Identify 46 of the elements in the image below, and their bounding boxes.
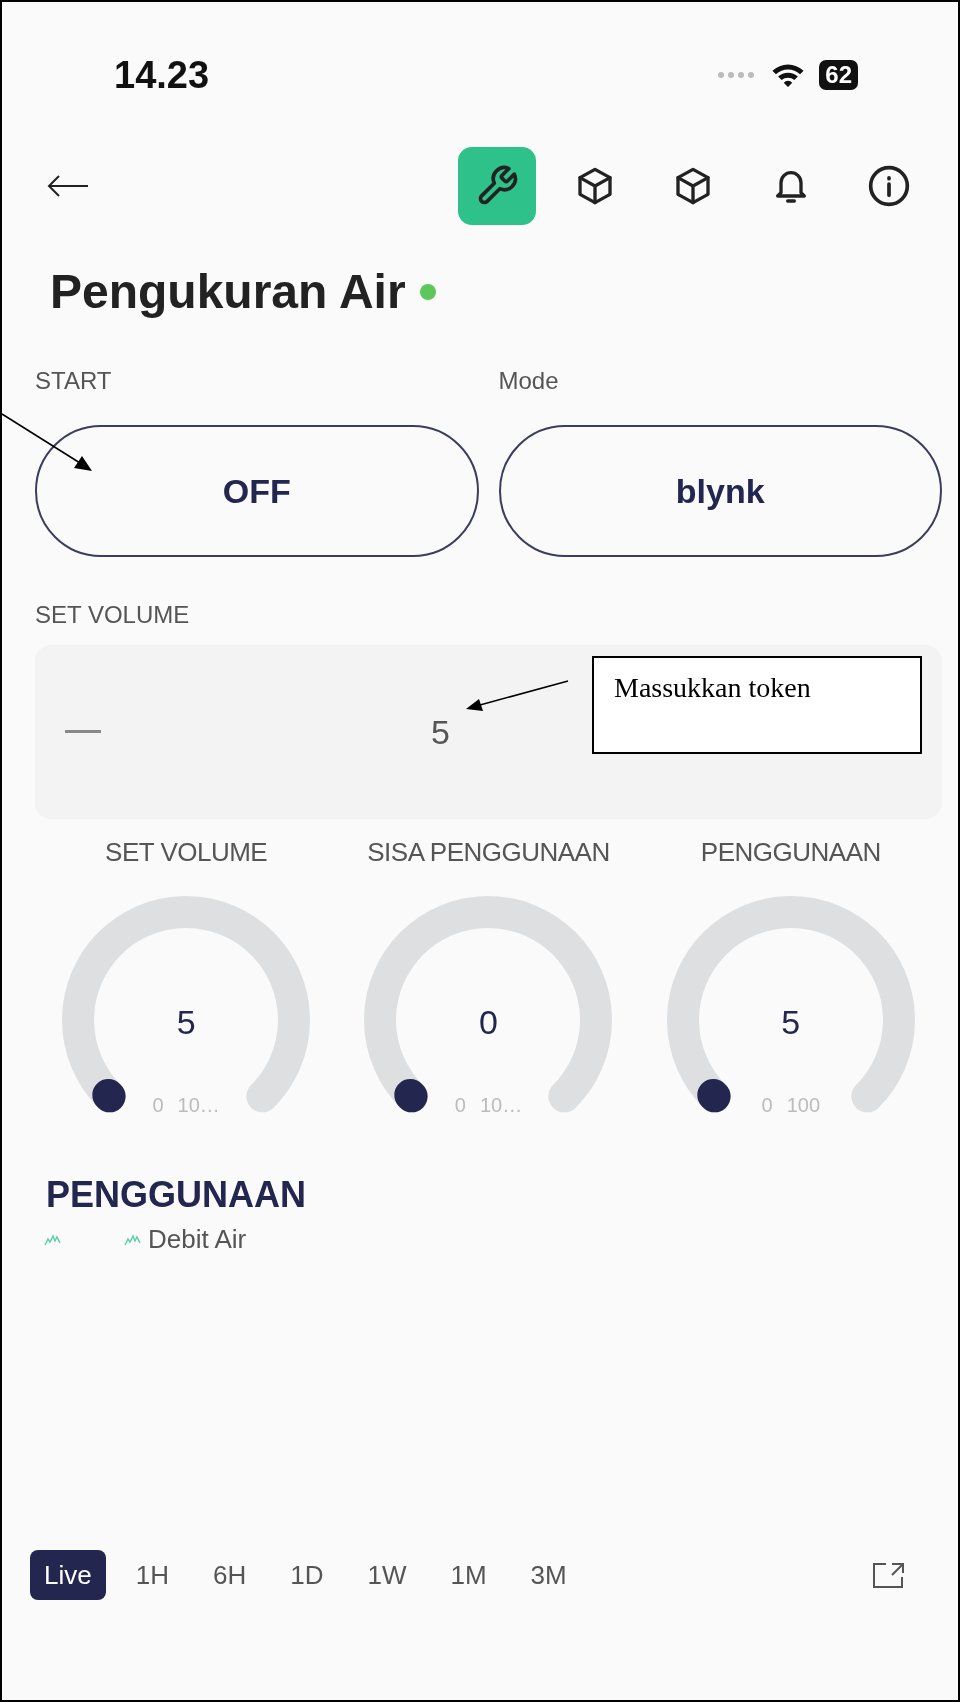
stepper-value: 5 bbox=[431, 712, 450, 752]
gauge-max: 10… bbox=[479, 1094, 523, 1117]
cube-icon bbox=[575, 166, 615, 206]
callout-text: Massukkan token bbox=[614, 672, 811, 703]
device-title: Pengukuran Air bbox=[50, 264, 406, 319]
time-range-tab[interactable]: 1D bbox=[276, 1550, 338, 1600]
gauge-fill bbox=[92, 1079, 126, 1113]
gauge-label: SET VOLUME bbox=[105, 837, 268, 868]
gauge-fill bbox=[394, 1079, 429, 1113]
back-arrow-icon bbox=[46, 174, 90, 198]
back-button[interactable] bbox=[46, 174, 90, 198]
gauge-fill bbox=[697, 1079, 731, 1113]
gauge-min: 0 bbox=[761, 1094, 773, 1117]
expand-icon bbox=[872, 1561, 906, 1589]
gauge-label: SISA PENGGUNAAN bbox=[367, 837, 610, 868]
legend-label: Debit Air bbox=[148, 1224, 247, 1255]
switch-button[interactable]: OFF bbox=[35, 425, 479, 557]
toolbar-tab[interactable] bbox=[458, 147, 536, 225]
switch-button[interactable]: blynk bbox=[498, 425, 942, 557]
time-range-tab[interactable]: 1H bbox=[121, 1550, 183, 1600]
wifi-icon bbox=[771, 62, 806, 88]
time-range-tab[interactable]: 1W bbox=[353, 1550, 421, 1600]
minus-icon bbox=[65, 730, 101, 734]
gauge-value: 5 bbox=[175, 1002, 197, 1042]
gauge-value: 5 bbox=[780, 1002, 802, 1042]
control-label: Mode bbox=[498, 367, 560, 395]
gauge-max: 10… bbox=[177, 1094, 220, 1117]
stepper-label: SET VOLUME bbox=[34, 600, 191, 630]
gauge-min: 0 bbox=[454, 1094, 466, 1117]
sparkline-icon bbox=[44, 1232, 62, 1247]
status-time: 14.23 bbox=[114, 53, 210, 97]
time-range-tab[interactable]: 1M bbox=[436, 1550, 501, 1600]
gauge-value: 0 bbox=[478, 1002, 499, 1042]
time-range-tab[interactable]: Live bbox=[30, 1550, 106, 1600]
gauge-min: 0 bbox=[152, 1094, 164, 1117]
time-range-tab[interactable]: 3M bbox=[516, 1550, 581, 1600]
battery-level: 62 bbox=[819, 60, 858, 90]
gauge-label: PENGGUNAAN bbox=[700, 837, 881, 868]
info-icon bbox=[867, 164, 911, 208]
cube-icon bbox=[673, 166, 713, 206]
sparkline-icon bbox=[124, 1232, 142, 1247]
expand-button[interactable] bbox=[872, 1561, 906, 1589]
chart-title: PENGGUNAAN bbox=[45, 1173, 307, 1216]
gauge-max: 100 bbox=[786, 1094, 821, 1117]
time-range-tab[interactable]: 6H bbox=[198, 1550, 261, 1600]
control-label: START bbox=[35, 367, 113, 395]
